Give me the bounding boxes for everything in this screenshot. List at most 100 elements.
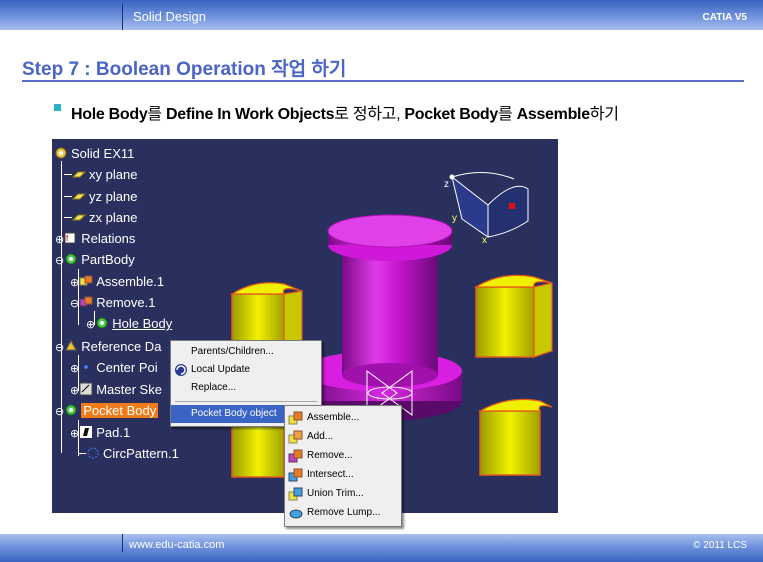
tree-label: Solid EX11 — [71, 146, 135, 161]
add-icon — [288, 430, 303, 444]
relations-icon: f — [64, 232, 76, 244]
menu-item-remove-lump[interactable]: Remove Lump... — [285, 504, 401, 522]
tree-label: Remove.1 — [96, 295, 156, 310]
tree-label: Relations — [81, 231, 136, 246]
tree-connector — [64, 217, 72, 218]
menu-item-union-trim[interactable]: Union Trim... — [285, 485, 401, 503]
tree-label: Pocket Body — [81, 403, 159, 418]
tree-item-relations[interactable]: ⊕ f Relations — [55, 231, 135, 249]
plane-icon — [72, 193, 86, 200]
title-underline — [22, 80, 744, 82]
menu-item-assemble[interactable]: Assemble... — [285, 409, 401, 427]
menu-item-local-update[interactable]: Local Update — [171, 361, 321, 379]
compass-z: z — [444, 179, 449, 190]
expand-icon[interactable]: ⊕ — [70, 277, 79, 289]
footer-divider — [122, 534, 123, 552]
pad-icon — [80, 426, 93, 438]
remove-icon — [79, 296, 93, 307]
menu-label: Local Update — [191, 364, 250, 375]
menu-item-add[interactable]: Add... — [285, 428, 401, 446]
tree-label: PartBody — [81, 252, 135, 267]
pattern-icon — [87, 447, 99, 459]
tree-root[interactable]: Solid EX11 — [54, 146, 134, 164]
instruction-part: 를 — [498, 106, 517, 123]
tree-label: zx plane — [89, 210, 138, 225]
tree-item-pad1[interactable]: ⊕ Pad.1 — [70, 425, 130, 443]
update-icon — [175, 364, 187, 376]
point-icon — [84, 365, 89, 369]
header-product: CATIA V5 — [702, 12, 747, 23]
assemble-icon — [288, 411, 303, 425]
tree-label: xy plane — [89, 167, 138, 182]
menu-item-intersect[interactable]: Intersect... — [285, 466, 401, 484]
plane-icon — [72, 214, 86, 221]
instruction-part: Hole Body — [71, 106, 148, 123]
expand-icon[interactable]: ⊕ — [70, 385, 79, 397]
menu-item-remove[interactable]: Remove... — [285, 447, 401, 465]
assemble-icon — [79, 275, 93, 286]
expand-icon[interactable]: ⊕ — [70, 363, 79, 375]
pocket-solid-right-bottom — [477, 398, 553, 476]
tree-connector — [64, 174, 72, 175]
tree-item-assemble1[interactable]: ⊕ Assemble.1 — [70, 274, 164, 292]
tree-connector — [64, 196, 72, 197]
geometrical-set-icon — [65, 339, 78, 351]
tree-connector — [78, 453, 86, 454]
menu-label: Assemble... — [307, 412, 360, 423]
tree-label: Pad.1 — [96, 425, 131, 440]
tree-item-center-point[interactable]: ⊕ Center Poi — [70, 360, 158, 378]
tree-label: Assemble.1 — [96, 274, 165, 289]
tree-item-reference-data[interactable]: ⊖ Reference Da — [55, 339, 161, 357]
part-icon — [55, 147, 67, 159]
tree-item-yz-plane[interactable]: yz plane — [64, 189, 137, 207]
collapse-icon[interactable]: ⊖ — [55, 406, 64, 418]
menu-label: Remove... — [307, 450, 353, 461]
tree-item-xy-plane[interactable]: xy plane — [64, 167, 137, 185]
tree-item-master-sketch[interactable]: ⊕ Master Ske — [70, 382, 162, 400]
tree-item-circpattern1[interactable]: CircPattern.1 — [78, 446, 179, 464]
bullet-icon — [54, 104, 61, 111]
menu-label: Pocket Body object — [191, 408, 277, 419]
header-divider — [122, 4, 123, 30]
menu-item-replace[interactable]: Replace... — [171, 379, 321, 397]
instruction-part: Pocket Body — [404, 106, 499, 123]
menu-item-parents-children[interactable]: Parents/Children... — [171, 343, 321, 361]
expand-icon[interactable]: ⊕ — [55, 234, 64, 246]
intersect-icon — [288, 468, 303, 482]
union-trim-icon — [288, 487, 303, 501]
compass-x: x — [482, 235, 487, 246]
collapse-icon[interactable]: ⊖ — [55, 342, 64, 354]
collapse-icon[interactable]: ⊖ — [55, 255, 64, 267]
menu-label: Add... — [307, 431, 334, 442]
footer-copyright: © 2011 LCS — [693, 540, 747, 551]
tree-item-partbody[interactable]: ⊖ PartBody — [55, 252, 135, 270]
instruction-part: 로 정하고, — [334, 106, 405, 123]
tree-item-remove1[interactable]: ⊖ Remove.1 — [70, 295, 155, 313]
body-icon — [65, 253, 77, 265]
tree-item-zx-plane[interactable]: zx plane — [64, 210, 137, 228]
tree-label: Hole Body — [112, 316, 173, 331]
tree-label: CircPattern.1 — [103, 446, 179, 461]
tree-label: Center Poi — [96, 360, 158, 375]
menu-separator — [175, 401, 317, 402]
main-cylinder — [327, 214, 453, 387]
footer-website: www.edu-catia.com — [129, 539, 225, 551]
boolean-submenu: Assemble... Add... Remove... Intersect..… — [284, 405, 402, 527]
header-title: Solid Design — [133, 9, 206, 24]
footer-bar: www.edu-catia.com © 2011 LCS — [0, 534, 763, 562]
compass-y: y — [452, 213, 457, 224]
collapse-icon[interactable]: ⊖ — [70, 298, 79, 310]
body-icon — [96, 317, 108, 329]
menu-label: Parents/Children... — [191, 346, 274, 357]
tree-item-pocket-body[interactable]: ⊖ Pocket Body — [55, 403, 159, 421]
expand-icon[interactable]: ⊕ — [70, 428, 79, 440]
tree-label: Master Ske — [96, 382, 162, 397]
tree-item-hole-body[interactable]: ⊕ Hole Body — [86, 316, 172, 334]
expand-icon[interactable]: ⊕ — [86, 319, 95, 331]
body-icon — [65, 404, 77, 416]
remove-icon — [288, 449, 303, 463]
header-bar: Solid Design CATIA V5 — [0, 0, 763, 30]
instruction-part: Define In Work Objects — [166, 106, 335, 123]
compass-icon[interactable] — [449, 171, 529, 238]
remove-lump-icon — [289, 509, 303, 519]
